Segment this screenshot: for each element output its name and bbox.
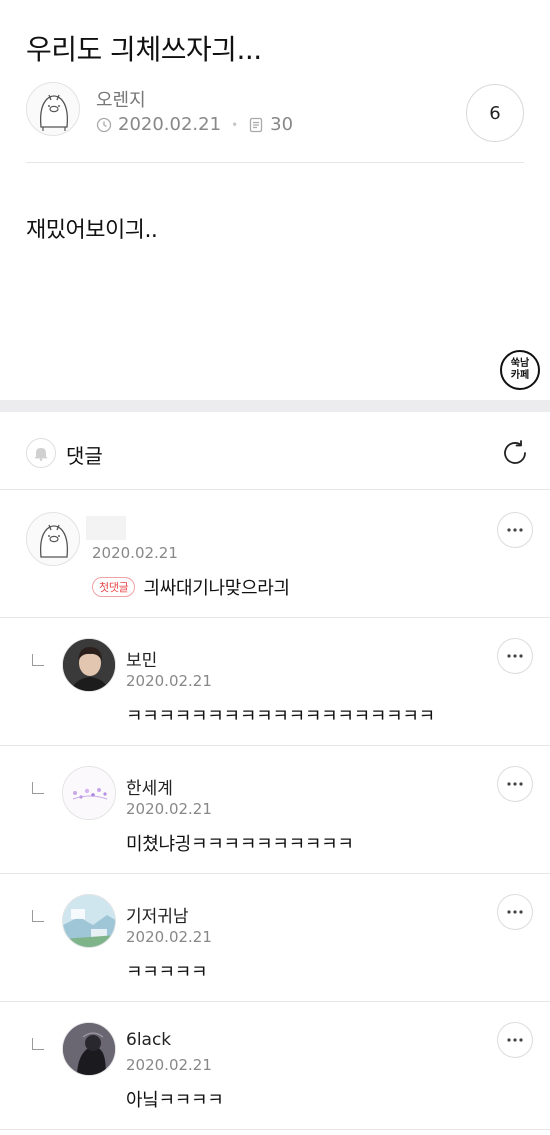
meta-separator: •	[231, 117, 239, 132]
cafe-logo-line1: 쑥남	[510, 358, 530, 369]
more-button[interactable]	[497, 766, 533, 802]
more-button[interactable]	[497, 1022, 533, 1058]
comment-nickname	[86, 516, 126, 540]
avatar[interactable]	[26, 512, 80, 566]
comment-text: ㅋㅋㅋㅋㅋㅋㅋㅋㅋㅋㅋㅋㅋㅋㅋㅋㅋㅋㅋ	[126, 706, 435, 727]
bell-icon[interactable]	[26, 438, 56, 468]
landscape-photo-icon	[63, 895, 115, 947]
reply-indicator-icon	[32, 654, 44, 666]
more-icon	[507, 1038, 523, 1042]
comment-date: 2020.02.21	[126, 800, 212, 818]
more-icon	[507, 654, 523, 658]
reply-indicator-icon	[32, 910, 44, 922]
flower-pattern-icon	[63, 767, 115, 819]
cafe-logo: 쑥남 카페	[500, 350, 540, 390]
person-photo-icon	[63, 1023, 115, 1075]
comment-text: 미쳤냐긩ㅋㅋㅋㅋㅋㅋㅋㅋㅋㅋ	[126, 834, 354, 855]
more-icon	[507, 528, 523, 532]
comment-text: 긔싸대기나맞으라긔	[143, 578, 290, 599]
more-button[interactable]	[497, 894, 533, 930]
avatar[interactable]	[62, 1022, 116, 1076]
refresh-icon[interactable]	[500, 438, 530, 468]
pig-character-icon	[39, 94, 69, 131]
post-date: 2020.02.21	[118, 114, 222, 135]
avatar[interactable]	[62, 638, 116, 692]
header-divider	[26, 162, 524, 163]
comment-text: ㅋㅋㅋㅋㅋ	[126, 962, 208, 983]
person-photo-icon	[63, 639, 115, 691]
section-divider	[0, 400, 550, 412]
avatar[interactable]	[62, 766, 116, 820]
post-body: 재밌어보이긔..	[26, 218, 158, 243]
comment-text-row: 첫댓글 긔싸대기나맞으라긔	[92, 574, 290, 600]
comment-nickname[interactable]: 기저귀남	[126, 902, 189, 927]
comment-item: 보민 2020.02.21 ㅋㅋㅋㅋㅋㅋㅋㅋㅋㅋㅋㅋㅋㅋㅋㅋㅋㅋㅋ	[0, 618, 550, 746]
avatar[interactable]	[62, 894, 116, 948]
cafe-logo-line2: 카페	[510, 370, 530, 381]
clock-icon	[96, 117, 112, 132]
comment-nickname[interactable]: 보민	[126, 646, 157, 671]
more-icon	[507, 782, 523, 786]
comment-nickname[interactable]: 6lack	[126, 1030, 171, 1050]
author-avatar[interactable]	[26, 82, 80, 136]
view-count: 30	[270, 114, 294, 135]
reply-indicator-icon	[32, 782, 44, 794]
comments-header: 댓글	[0, 412, 550, 490]
comment-nickname[interactable]: 한세계	[126, 774, 173, 799]
more-icon	[507, 910, 523, 914]
comment-date: 2020.02.21	[126, 928, 212, 946]
comment-item: 한세계 2020.02.21 미쳤냐긩ㅋㅋㅋㅋㅋㅋㅋㅋㅋㅋ	[0, 746, 550, 874]
comment-item: 6lack 2020.02.21 아닠ㅋㅋㅋㅋ	[0, 1002, 550, 1130]
comment-date: 2020.02.21	[92, 544, 178, 562]
pig-character-icon	[39, 524, 69, 558]
comment-count-button[interactable]: 6	[466, 84, 524, 142]
first-comment-badge: 첫댓글	[92, 577, 136, 597]
more-button[interactable]	[497, 512, 533, 548]
comment-date: 2020.02.21	[126, 1056, 212, 1074]
document-icon	[249, 117, 263, 132]
comment-item: 2020.02.21 첫댓글 긔싸대기나맞으라긔	[0, 490, 550, 618]
reply-indicator-icon	[32, 1038, 44, 1050]
post-meta: 2020.02.21 • 30	[96, 114, 293, 135]
post-title: 우리도 긔체쓰자긔...	[26, 33, 262, 66]
comment-item: 기저귀남 2020.02.21 ㅋㅋㅋㅋㅋ	[0, 874, 550, 1002]
comments-title: 댓글	[66, 444, 103, 468]
comment-date: 2020.02.21	[126, 672, 212, 690]
more-button[interactable]	[497, 638, 533, 674]
comment-text: 아닠ㅋㅋㅋㅋ	[126, 1090, 224, 1111]
author-name[interactable]: 오렌지	[96, 86, 146, 112]
